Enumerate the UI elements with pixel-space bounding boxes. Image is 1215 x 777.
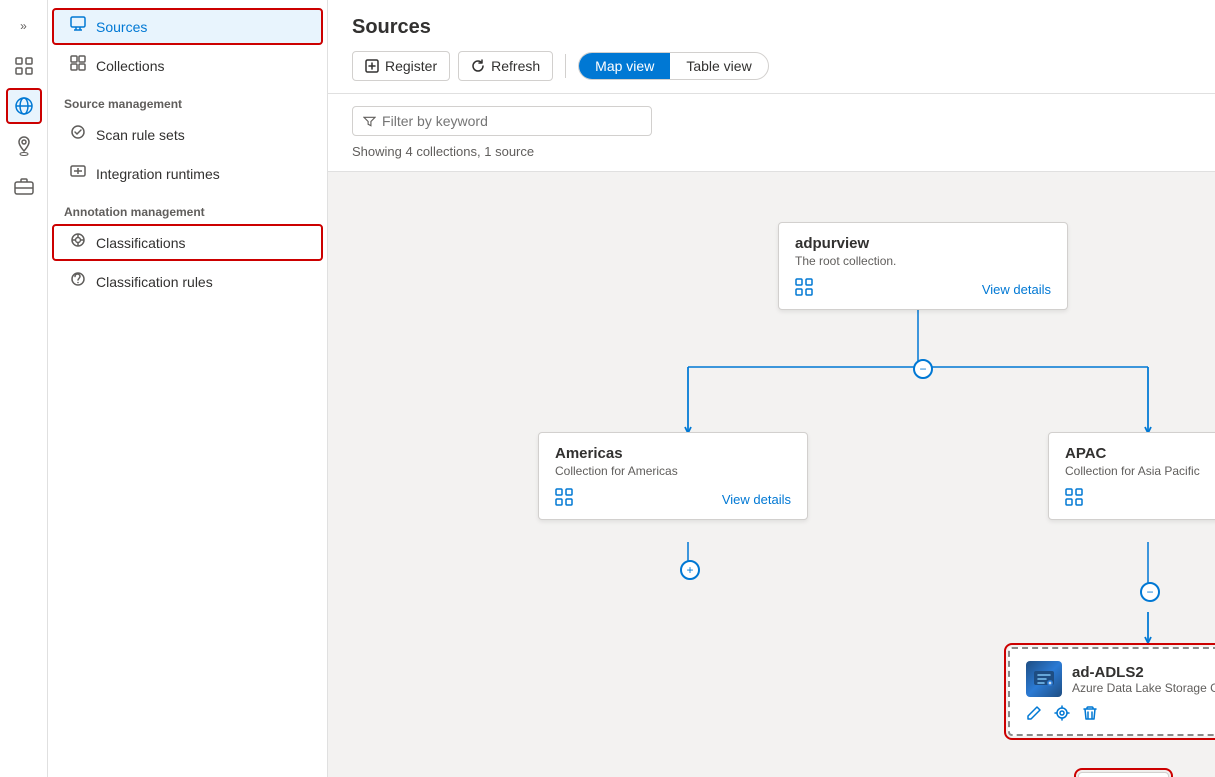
main-header: Sources Register Refresh Map view bbox=[328, 0, 1215, 94]
scan-icon[interactable] bbox=[1054, 705, 1070, 726]
americas-card-title: Americas bbox=[555, 445, 791, 462]
apac-card-subtitle: Collection for Asia Pacific bbox=[1065, 464, 1215, 478]
apac-card-title: APAC bbox=[1065, 445, 1215, 462]
map-canvas: adpurview The root collection. View deta… bbox=[328, 172, 1215, 777]
source-card-header: ad-ADLS2 Azure Data Lake Storage Gen2 bbox=[1026, 661, 1215, 697]
table-view-label: Table view bbox=[686, 58, 751, 74]
sidebar: Sources Collections Source management Sc… bbox=[48, 0, 328, 777]
edit-icon[interactable] bbox=[1026, 705, 1042, 726]
source-card-subtitle: Azure Data Lake Storage Gen2 bbox=[1072, 681, 1215, 695]
americas-view-details-link[interactable]: View details bbox=[722, 492, 791, 507]
briefcase-icon[interactable] bbox=[6, 168, 42, 204]
page-title: Sources bbox=[352, 16, 1191, 39]
purview-icon[interactable] bbox=[6, 88, 42, 124]
register-icon bbox=[365, 59, 379, 73]
source-card-title: ad-ADLS2 bbox=[1072, 664, 1215, 681]
sidebar-item-sources[interactable]: Sources bbox=[52, 8, 323, 45]
root-card-grid-icon bbox=[795, 278, 813, 301]
apac-collection-card: APAC Collection for Asia Pacific View de… bbox=[1048, 432, 1215, 520]
root-card-title: adpurview bbox=[795, 235, 1051, 252]
grid-icon[interactable] bbox=[6, 48, 42, 84]
scan-rule-sets-label: Scan rule sets bbox=[96, 127, 185, 143]
register-label: Register bbox=[385, 58, 437, 74]
collections-nav-icon bbox=[68, 55, 88, 76]
refresh-button[interactable]: Refresh bbox=[458, 51, 553, 81]
location-icon[interactable] bbox=[6, 128, 42, 164]
map-view-button[interactable]: Map view bbox=[579, 53, 670, 79]
source-management-label: Source management bbox=[48, 85, 327, 115]
filter-input[interactable] bbox=[382, 113, 641, 129]
sidebar-item-scan-rule-sets[interactable]: Scan rule sets bbox=[52, 116, 323, 153]
classification-rules-icon bbox=[68, 271, 88, 292]
classifications-icon bbox=[68, 232, 88, 253]
apac-collapse-toggle[interactable]: − bbox=[1140, 582, 1160, 602]
filter-input-wrap[interactable] bbox=[352, 106, 652, 136]
root-card-footer: View details bbox=[795, 278, 1051, 301]
source-card-title-wrap: ad-ADLS2 Azure Data Lake Storage Gen2 bbox=[1072, 664, 1215, 695]
source-card-footer: View details bbox=[1026, 705, 1215, 726]
view-toggle: Map view Table view bbox=[578, 52, 769, 80]
americas-card-grid-icon bbox=[555, 488, 573, 511]
new-scan-button[interactable]: New scan bbox=[1078, 772, 1169, 777]
integration-runtimes-icon bbox=[68, 163, 88, 184]
expand-rail-button[interactable]: » bbox=[6, 8, 42, 44]
sources-nav-icon bbox=[68, 16, 88, 37]
americas-card-footer: View details bbox=[555, 488, 791, 511]
sources-nav-label: Sources bbox=[96, 19, 147, 35]
apac-card-grid-icon bbox=[1065, 488, 1083, 511]
refresh-label: Refresh bbox=[491, 58, 540, 74]
apac-card-footer: View details bbox=[1065, 488, 1215, 511]
root-view-details-link[interactable]: View details bbox=[982, 282, 1051, 297]
refresh-icon bbox=[471, 59, 485, 73]
collections-nav-label: Collections bbox=[96, 58, 164, 74]
sidebar-item-collections[interactable]: Collections bbox=[52, 47, 323, 84]
annotation-management-label: Annotation management bbox=[48, 193, 327, 223]
root-collection-card: adpurview The root collection. View deta… bbox=[778, 222, 1068, 310]
americas-collection-card: Americas Collection for Americas View de… bbox=[538, 432, 808, 520]
root-card-subtitle: The root collection. bbox=[795, 254, 1051, 268]
classifications-label: Classifications bbox=[96, 235, 185, 251]
classification-rules-label: Classification rules bbox=[96, 274, 213, 290]
register-button[interactable]: Register bbox=[352, 51, 450, 81]
table-view-button[interactable]: Table view bbox=[670, 53, 767, 79]
filter-icon bbox=[363, 114, 376, 128]
sidebar-item-classification-rules[interactable]: Classification rules bbox=[52, 263, 323, 300]
sidebar-item-integration-runtimes[interactable]: Integration runtimes bbox=[52, 155, 323, 192]
showing-label: Showing 4 collections, 1 source bbox=[352, 144, 1191, 159]
americas-expand-toggle[interactable]: + bbox=[680, 560, 700, 580]
americas-card-subtitle: Collection for Americas bbox=[555, 464, 791, 478]
sidebar-item-classifications[interactable]: Classifications bbox=[52, 224, 323, 261]
source-adls2-icon bbox=[1026, 661, 1062, 697]
toolbar-divider bbox=[565, 54, 566, 78]
integration-runtimes-label: Integration runtimes bbox=[96, 166, 220, 182]
main-content: Sources Register Refresh Map view bbox=[328, 0, 1215, 777]
scan-rule-sets-icon bbox=[68, 124, 88, 145]
map-view-label: Map view bbox=[595, 58, 654, 74]
toolbar: Register Refresh Map view Table view bbox=[352, 51, 1191, 93]
source-card-adls2: ad-ADLS2 Azure Data Lake Storage Gen2 bbox=[1008, 647, 1215, 736]
icon-rail: » bbox=[0, 0, 48, 777]
filter-bar: Showing 4 collections, 1 source bbox=[328, 94, 1215, 172]
delete-icon[interactable] bbox=[1082, 705, 1098, 726]
root-collapse-toggle[interactable]: − bbox=[913, 359, 933, 379]
